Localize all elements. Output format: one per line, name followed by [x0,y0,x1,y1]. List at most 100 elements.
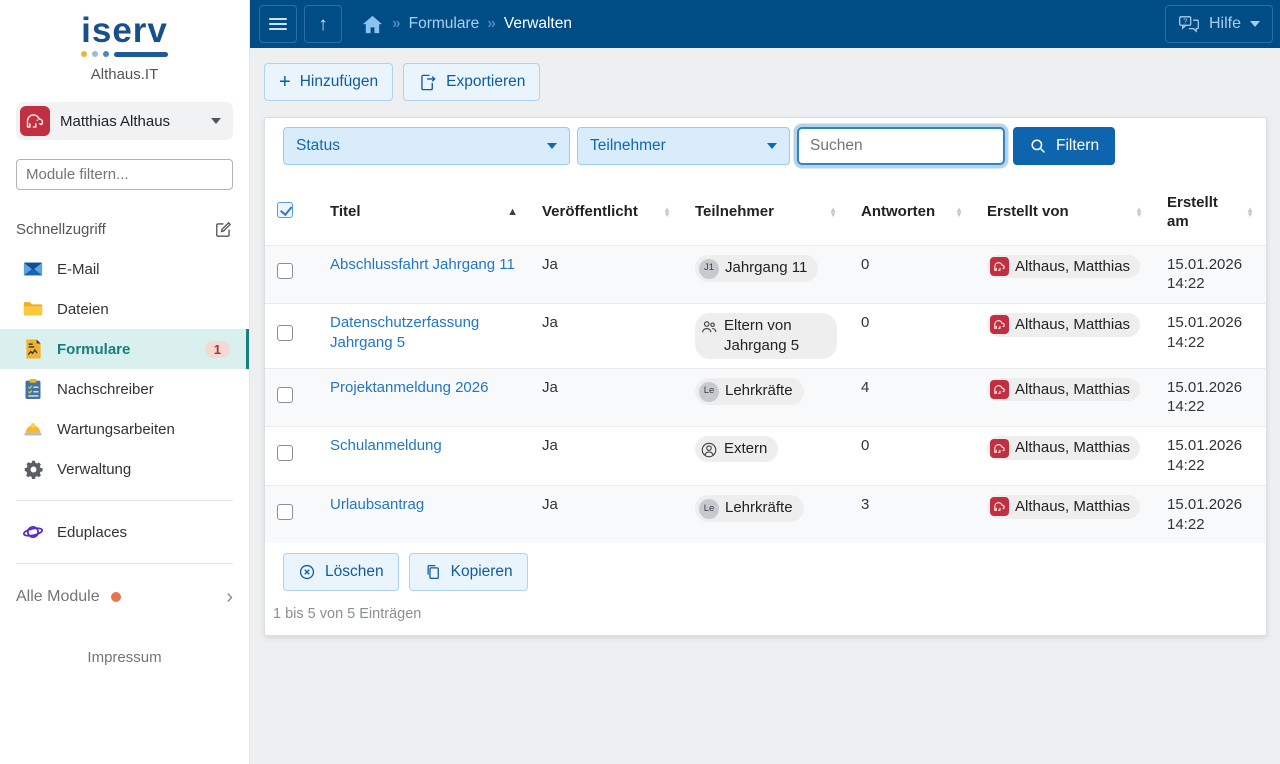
answers-count: 0 [861,255,870,273]
sort-icon: ▲ ▼ [955,204,963,219]
home-icon[interactable] [361,14,384,35]
sidebar-item-label: Eduplaces [57,523,128,541]
row-checkbox[interactable] [277,263,293,280]
all-modules-toggle[interactable]: Alle Module › [16,579,233,615]
up-arrow-icon: ↑ [318,13,328,35]
user-avatar [990,380,1009,400]
column-header-title[interactable]: Titel ▲ [318,181,530,245]
creator-badge: Althaus, Matthias [987,254,1141,279]
group-initials-badge: J1 [699,258,719,279]
pencil-square-icon [216,221,232,237]
sidebar-toggle-button[interactable] [259,5,297,43]
select-all-checkbox[interactable] [277,201,293,218]
form-title-link[interactable]: Projektanmeldung 2026 [330,379,488,396]
sidebar-item-email[interactable]: E-Mail [0,249,249,289]
envelope-icon [22,258,44,280]
status-filter-select[interactable]: Status [283,127,570,165]
sidebar-item-eduplaces[interactable]: Eduplaces [0,512,249,552]
participants-badge: Le Lehrkräfte [695,377,804,405]
sort-icon: ▲ [507,205,518,218]
forms-table: Titel ▲ Veröffentlicht ▲ ▼ Teilnehmer ▲ ▼ [265,181,1266,544]
divider [16,563,233,564]
row-checkbox[interactable] [277,445,293,462]
sidebar-item-retake[interactable]: Nachschreiber [0,369,249,409]
site-name: Althaus.IT [90,66,159,83]
sidebar-item-forms[interactable]: Formulare 1 [0,329,249,369]
breadcrumb-separator: » [392,15,401,32]
help-chat-icon: ? [1179,16,1199,33]
table-row: Urlaubsantrag Ja Le Lehrkräfte 3 Althaus… [265,485,1266,544]
main-area: ↑ » Formulare » Verwalten ? Hilfe + Hinz… [250,0,1280,764]
logo-dot-yellow [81,51,87,57]
answers-count: 0 [861,437,870,455]
column-header-published[interactable]: Veröffentlicht ▲ ▼ [530,181,683,245]
search-input[interactable] [797,127,1005,165]
form-title-link[interactable]: Schulanmeldung [330,437,442,454]
sidebar-item-maintenance[interactable]: Wartungsarbeiten [0,409,249,449]
help-label: Hilfe [1208,15,1241,32]
row-checkbox[interactable] [277,324,293,341]
participants-badge: Le Lehrkräfte [695,494,804,522]
user-name: Matthias Althaus [60,112,171,130]
circle-x-icon [299,565,315,580]
copy-button[interactable]: Kopieren [408,553,528,592]
form-title-link[interactable]: Urlaubsantrag [330,496,424,513]
search-icon [1031,139,1045,153]
help-menu-button[interactable]: ? Hilfe [1164,5,1273,43]
module-filter-input[interactable] [16,159,233,190]
participants-badge: J1 Jahrgang 11 [695,254,819,282]
participants-filter-select[interactable]: Teilnehmer [577,127,790,165]
column-header-participants[interactable]: Teilnehmer ▲ ▼ [683,181,849,245]
chevron-down-icon [767,143,777,149]
form-title-link[interactable]: Datenschutzerfassung Jahrgang 5 [330,314,479,351]
sidebar-item-administration[interactable]: Verwaltung [0,449,249,489]
logo-text: iserv [81,11,168,50]
elephant-icon [26,114,44,128]
column-header-created-at[interactable]: Erstellt am ▲ ▼ [1155,181,1266,245]
group-initials-badge: Le [699,381,719,402]
folder-icon [22,298,44,320]
notification-badge: 1 [204,340,230,358]
impressum-link[interactable]: Impressum [0,649,249,666]
eduplaces-planet-icon [22,521,44,543]
user-avatar [990,315,1009,335]
add-button[interactable]: + Hinzufügen [264,63,394,101]
sidebar-item-files[interactable]: Dateien [0,289,249,329]
form-title-link[interactable]: Abschlussfahrt Jahrgang 11 [330,256,515,273]
answers-count: 0 [861,314,870,332]
row-checkbox[interactable] [277,386,293,403]
sort-icon: ▲ ▼ [829,204,837,219]
gear-icon [22,458,44,480]
iserv-logo[interactable]: iserv [0,0,249,57]
sort-icon: ▲ ▼ [663,204,671,219]
breadcrumb-separator: » [487,15,496,32]
plus-icon: + [279,71,291,93]
answers-count: 4 [861,378,870,396]
delete-button[interactable]: Löschen [283,553,399,592]
column-header-creator[interactable]: Erstellt von ▲ ▼ [975,181,1155,245]
sidebar-item-label: Wartungsarbeiten [57,420,175,438]
chevron-right-icon: › [226,586,233,608]
user-avatar [990,497,1009,517]
edit-quick-access-button[interactable] [214,220,233,239]
sort-icon: ▲ ▼ [1135,204,1143,219]
participants-badge: Eltern von Jahrgang 5 [695,313,837,359]
filter-button[interactable]: Filtern [1013,127,1116,165]
table-row: Datenschutzerfassung Jahrgang 5 Ja Elter… [265,303,1266,369]
user-menu[interactable]: Matthias Althaus [16,102,233,140]
navigate-up-button[interactable]: ↑ [304,5,342,43]
row-checkbox[interactable] [277,503,293,520]
column-header-answers[interactable]: Antworten ▲ ▼ [849,181,975,245]
sidebar-item-label: E-Mail [57,260,100,278]
divider [16,500,233,501]
breadcrumb-link-formulare[interactable]: Formulare [409,15,480,33]
people-icon [699,317,718,336]
filter-bar: Status Teilnehmer Filtern [265,118,1266,181]
logo-dot-blue [103,51,109,57]
export-button[interactable]: Exportieren [403,63,541,101]
sidebar-item-label: Formulare [57,340,131,358]
logo-bar [114,51,168,57]
created-at: 15.01.2026 14:22 [1167,255,1243,293]
table-row: Projektanmeldung 2026 Ja Le Lehrkräfte 4… [265,368,1266,427]
published-value: Ja [542,495,558,513]
